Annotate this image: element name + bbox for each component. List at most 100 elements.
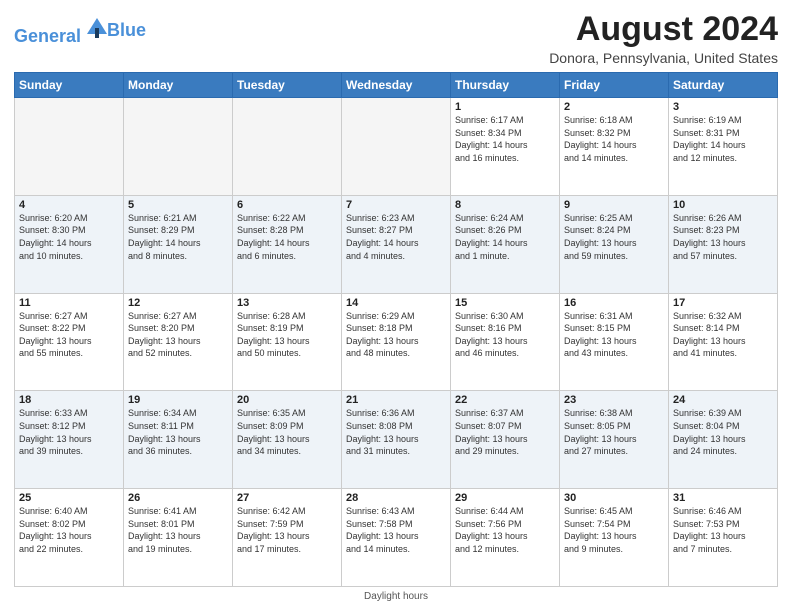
title-block: August 2024 Donora, Pennsylvania, United… xyxy=(549,10,778,66)
day-info: Sunrise: 6:43 AM Sunset: 7:58 PM Dayligh… xyxy=(346,505,446,555)
calendar-cell: 3Sunrise: 6:19 AM Sunset: 8:31 PM Daylig… xyxy=(669,98,778,196)
day-number: 3 xyxy=(673,101,773,113)
day-number: 21 xyxy=(346,394,446,406)
day-number: 11 xyxy=(19,297,119,309)
day-number: 18 xyxy=(19,394,119,406)
day-info: Sunrise: 6:41 AM Sunset: 8:01 PM Dayligh… xyxy=(128,505,228,555)
calendar-cell: 19Sunrise: 6:34 AM Sunset: 8:11 PM Dayli… xyxy=(124,391,233,489)
calendar-cell xyxy=(15,98,124,196)
day-number: 31 xyxy=(673,492,773,504)
calendar-cell: 5Sunrise: 6:21 AM Sunset: 8:29 PM Daylig… xyxy=(124,195,233,293)
header-tuesday: Tuesday xyxy=(233,73,342,98)
calendar-cell: 9Sunrise: 6:25 AM Sunset: 8:24 PM Daylig… xyxy=(560,195,669,293)
day-info: Sunrise: 6:22 AM Sunset: 8:28 PM Dayligh… xyxy=(237,212,337,262)
month-title: August 2024 xyxy=(549,10,778,49)
logo-text: General xyxy=(14,14,111,47)
day-number: 5 xyxy=(128,199,228,211)
logo: General Blue xyxy=(14,14,146,47)
day-number: 17 xyxy=(673,297,773,309)
day-number: 30 xyxy=(564,492,664,504)
calendar-cell: 1Sunrise: 6:17 AM Sunset: 8:34 PM Daylig… xyxy=(451,98,560,196)
location: Donora, Pennsylvania, United States xyxy=(549,50,778,66)
day-info: Sunrise: 6:18 AM Sunset: 8:32 PM Dayligh… xyxy=(564,114,664,164)
day-info: Sunrise: 6:19 AM Sunset: 8:31 PM Dayligh… xyxy=(673,114,773,164)
day-info: Sunrise: 6:37 AM Sunset: 8:07 PM Dayligh… xyxy=(455,407,555,457)
day-number: 15 xyxy=(455,297,555,309)
day-number: 24 xyxy=(673,394,773,406)
calendar-cell: 29Sunrise: 6:44 AM Sunset: 7:56 PM Dayli… xyxy=(451,489,560,587)
day-info: Sunrise: 6:28 AM Sunset: 8:19 PM Dayligh… xyxy=(237,310,337,360)
calendar-cell: 24Sunrise: 6:39 AM Sunset: 8:04 PM Dayli… xyxy=(669,391,778,489)
day-number: 6 xyxy=(237,199,337,211)
day-info: Sunrise: 6:36 AM Sunset: 8:08 PM Dayligh… xyxy=(346,407,446,457)
header-saturday: Saturday xyxy=(669,73,778,98)
day-info: Sunrise: 6:35 AM Sunset: 8:09 PM Dayligh… xyxy=(237,407,337,457)
day-info: Sunrise: 6:38 AM Sunset: 8:05 PM Dayligh… xyxy=(564,407,664,457)
day-info: Sunrise: 6:31 AM Sunset: 8:15 PM Dayligh… xyxy=(564,310,664,360)
calendar-week-4: 18Sunrise: 6:33 AM Sunset: 8:12 PM Dayli… xyxy=(15,391,778,489)
calendar-cell: 27Sunrise: 6:42 AM Sunset: 7:59 PM Dayli… xyxy=(233,489,342,587)
calendar-cell: 16Sunrise: 6:31 AM Sunset: 8:15 PM Dayli… xyxy=(560,293,669,391)
day-number: 25 xyxy=(19,492,119,504)
calendar-week-5: 25Sunrise: 6:40 AM Sunset: 8:02 PM Dayli… xyxy=(15,489,778,587)
day-info: Sunrise: 6:24 AM Sunset: 8:26 PM Dayligh… xyxy=(455,212,555,262)
header-wednesday: Wednesday xyxy=(342,73,451,98)
calendar-cell: 31Sunrise: 6:46 AM Sunset: 7:53 PM Dayli… xyxy=(669,489,778,587)
day-info: Sunrise: 6:44 AM Sunset: 7:56 PM Dayligh… xyxy=(455,505,555,555)
calendar-cell xyxy=(233,98,342,196)
day-info: Sunrise: 6:17 AM Sunset: 8:34 PM Dayligh… xyxy=(455,114,555,164)
calendar-week-3: 11Sunrise: 6:27 AM Sunset: 8:22 PM Dayli… xyxy=(15,293,778,391)
calendar-cell: 22Sunrise: 6:37 AM Sunset: 8:07 PM Dayli… xyxy=(451,391,560,489)
day-number: 2 xyxy=(564,101,664,113)
days-header-row: Sunday Monday Tuesday Wednesday Thursday… xyxy=(15,73,778,98)
calendar-cell: 25Sunrise: 6:40 AM Sunset: 8:02 PM Dayli… xyxy=(15,489,124,587)
day-number: 26 xyxy=(128,492,228,504)
day-number: 16 xyxy=(564,297,664,309)
day-number: 13 xyxy=(237,297,337,309)
calendar-cell: 17Sunrise: 6:32 AM Sunset: 8:14 PM Dayli… xyxy=(669,293,778,391)
header: General Blue August 2024 Donora, Pennsyl… xyxy=(14,10,778,66)
day-info: Sunrise: 6:27 AM Sunset: 8:22 PM Dayligh… xyxy=(19,310,119,360)
day-info: Sunrise: 6:39 AM Sunset: 8:04 PM Dayligh… xyxy=(673,407,773,457)
page: General Blue August 2024 Donora, Pennsyl… xyxy=(0,0,792,612)
day-info: Sunrise: 6:45 AM Sunset: 7:54 PM Dayligh… xyxy=(564,505,664,555)
day-number: 28 xyxy=(346,492,446,504)
calendar-cell: 2Sunrise: 6:18 AM Sunset: 8:32 PM Daylig… xyxy=(560,98,669,196)
logo-blue-text: Blue xyxy=(107,21,146,41)
day-number: 10 xyxy=(673,199,773,211)
calendar-cell: 6Sunrise: 6:22 AM Sunset: 8:28 PM Daylig… xyxy=(233,195,342,293)
footer: Daylight hours xyxy=(14,591,778,602)
header-friday: Friday xyxy=(560,73,669,98)
day-info: Sunrise: 6:26 AM Sunset: 8:23 PM Dayligh… xyxy=(673,212,773,262)
calendar-cell: 21Sunrise: 6:36 AM Sunset: 8:08 PM Dayli… xyxy=(342,391,451,489)
calendar-cell xyxy=(124,98,233,196)
calendar-cell: 11Sunrise: 6:27 AM Sunset: 8:22 PM Dayli… xyxy=(15,293,124,391)
calendar-cell: 26Sunrise: 6:41 AM Sunset: 8:01 PM Dayli… xyxy=(124,489,233,587)
day-number: 9 xyxy=(564,199,664,211)
day-info: Sunrise: 6:25 AM Sunset: 8:24 PM Dayligh… xyxy=(564,212,664,262)
day-number: 7 xyxy=(346,199,446,211)
day-info: Sunrise: 6:30 AM Sunset: 8:16 PM Dayligh… xyxy=(455,310,555,360)
day-number: 19 xyxy=(128,394,228,406)
calendar-cell: 28Sunrise: 6:43 AM Sunset: 7:58 PM Dayli… xyxy=(342,489,451,587)
header-thursday: Thursday xyxy=(451,73,560,98)
calendar-week-1: 1Sunrise: 6:17 AM Sunset: 8:34 PM Daylig… xyxy=(15,98,778,196)
day-info: Sunrise: 6:27 AM Sunset: 8:20 PM Dayligh… xyxy=(128,310,228,360)
calendar-cell: 15Sunrise: 6:30 AM Sunset: 8:16 PM Dayli… xyxy=(451,293,560,391)
day-number: 14 xyxy=(346,297,446,309)
calendar-cell: 13Sunrise: 6:28 AM Sunset: 8:19 PM Dayli… xyxy=(233,293,342,391)
day-number: 27 xyxy=(237,492,337,504)
day-info: Sunrise: 6:21 AM Sunset: 8:29 PM Dayligh… xyxy=(128,212,228,262)
day-info: Sunrise: 6:23 AM Sunset: 8:27 PM Dayligh… xyxy=(346,212,446,262)
day-info: Sunrise: 6:33 AM Sunset: 8:12 PM Dayligh… xyxy=(19,407,119,457)
day-number: 29 xyxy=(455,492,555,504)
day-number: 22 xyxy=(455,394,555,406)
header-monday: Monday xyxy=(124,73,233,98)
daylight-label: Daylight hours xyxy=(364,591,428,602)
day-number: 8 xyxy=(455,199,555,211)
day-number: 1 xyxy=(455,101,555,113)
calendar-cell: 8Sunrise: 6:24 AM Sunset: 8:26 PM Daylig… xyxy=(451,195,560,293)
calendar-cell: 18Sunrise: 6:33 AM Sunset: 8:12 PM Dayli… xyxy=(15,391,124,489)
day-info: Sunrise: 6:32 AM Sunset: 8:14 PM Dayligh… xyxy=(673,310,773,360)
day-number: 20 xyxy=(237,394,337,406)
